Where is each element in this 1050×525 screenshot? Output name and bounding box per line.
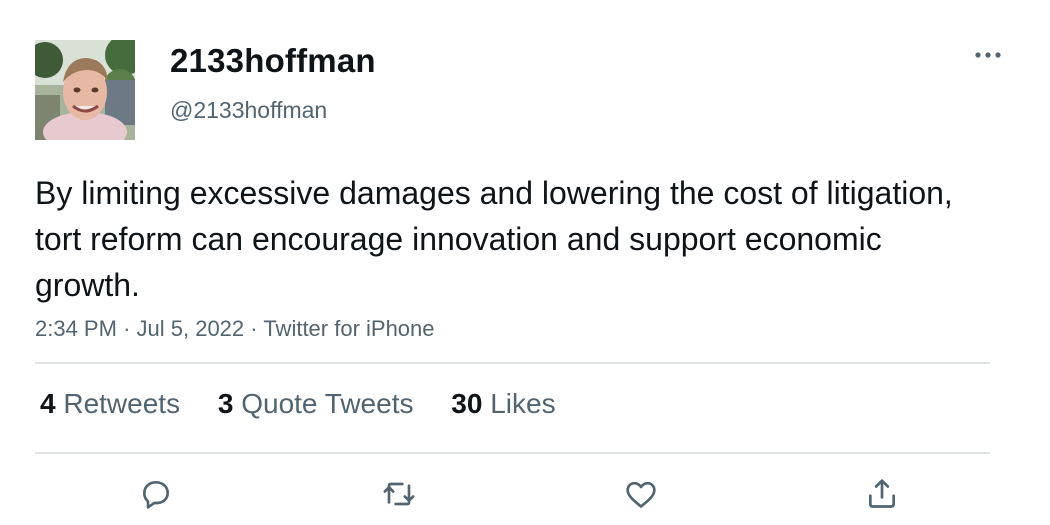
author-handle[interactable]: @2133hoffman <box>170 97 327 124</box>
tweet-source[interactable]: Twitter for iPhone <box>263 316 434 341</box>
more-icon <box>975 52 1001 58</box>
avatar[interactable] <box>35 40 135 140</box>
quote-tweets-stat[interactable]: 3 Quote Tweets <box>218 388 414 420</box>
tweet-time[interactable]: 2:34 PM <box>35 316 117 341</box>
share-button[interactable] <box>860 472 904 516</box>
divider-bottom <box>35 452 990 454</box>
likes-stat[interactable]: 30 Likes <box>451 388 555 420</box>
retweets-stat[interactable]: 4 Retweets <box>40 388 180 420</box>
share-icon <box>869 479 895 508</box>
avatar-image <box>35 40 135 140</box>
likes-count: 30 <box>451 388 483 419</box>
tweet-date[interactable]: Jul 5, 2022 <box>137 316 245 341</box>
reply-icon <box>143 481 169 509</box>
tweet-stats: 4 Retweets 3 Quote Tweets 30 Likes <box>40 388 586 420</box>
likes-label: Likes <box>490 388 556 419</box>
retweets-label: Retweets <box>63 388 181 419</box>
like-icon <box>626 481 656 508</box>
quote-tweets-label: Quote Tweets <box>241 388 414 419</box>
divider-top <box>35 362 990 364</box>
retweet-icon <box>383 482 415 506</box>
meta-separator: · <box>123 316 131 341</box>
like-button[interactable] <box>619 472 663 516</box>
tweet-meta: 2:34 PM · Jul 5, 2022 · Twitter for iPho… <box>35 316 435 342</box>
quote-tweets-count: 3 <box>217 388 234 419</box>
more-button[interactable] <box>970 40 1006 70</box>
author-display-name[interactable]: 2133hoffman <box>170 42 376 80</box>
reply-button[interactable] <box>134 472 178 516</box>
retweet-button[interactable] <box>377 472 421 516</box>
meta-separator: · <box>250 316 258 341</box>
tweet-text: By limiting excessive damages and loweri… <box>35 175 953 303</box>
retweets-count: 4 <box>40 388 56 419</box>
